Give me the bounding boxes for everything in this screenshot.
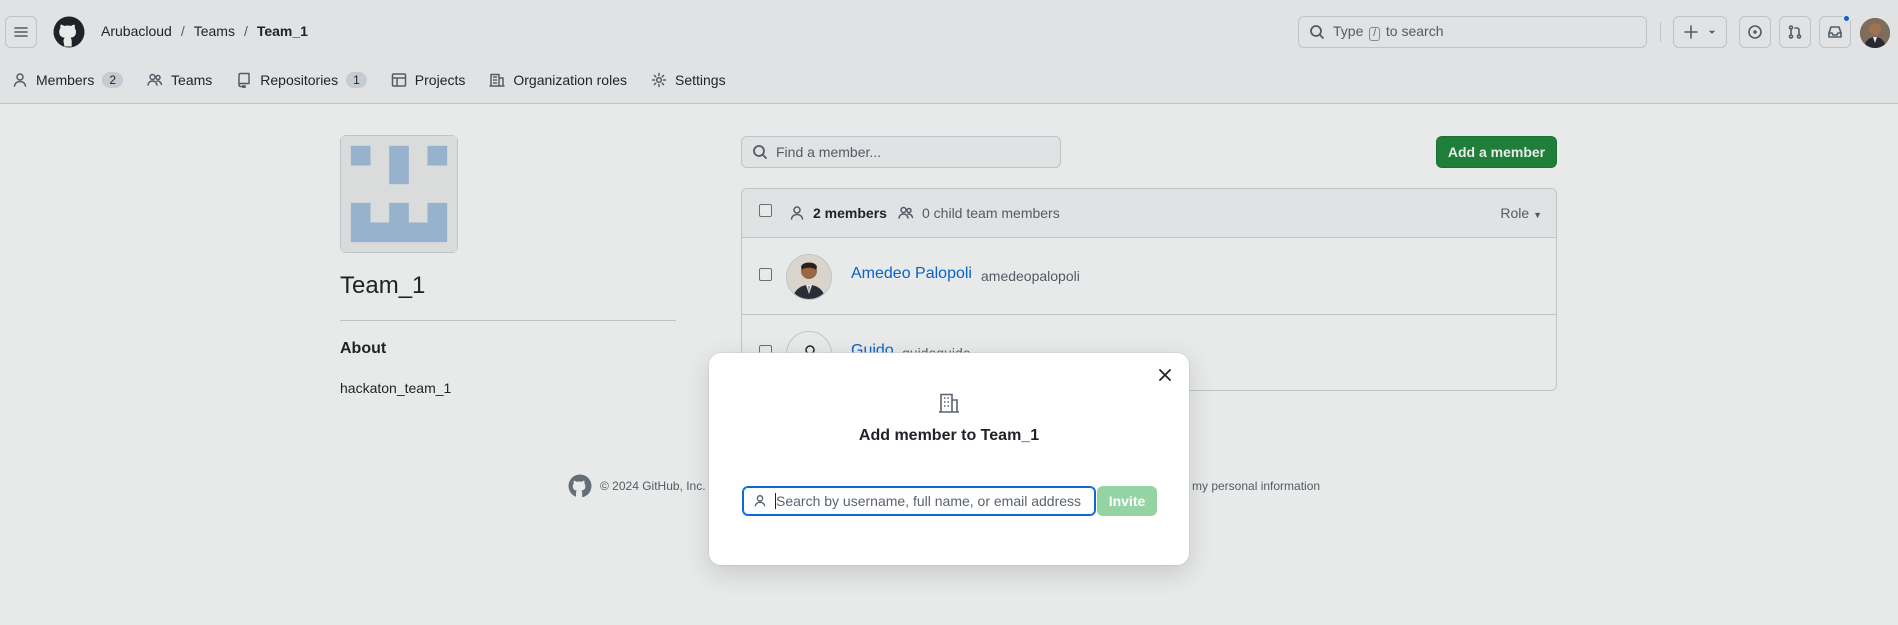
organization-icon — [937, 391, 961, 415]
member-search-input[interactable]: Search by username, full name, or email … — [742, 486, 1096, 516]
add-member-dialog: Add member to Team_1 Search by username,… — [709, 353, 1189, 565]
close-button[interactable] — [1155, 365, 1175, 385]
dialog-title: Add member to Team_1 — [858, 427, 1040, 444]
person-icon — [754, 495, 766, 507]
close-icon — [1159, 369, 1171, 381]
member-search-placeholder: Search by username, full name, or email … — [776, 493, 1082, 509]
page: Arubacloud / Teams / Team_1 Type / to se… — [0, 0, 1898, 625]
invite-button[interactable]: Invite — [1097, 486, 1157, 516]
